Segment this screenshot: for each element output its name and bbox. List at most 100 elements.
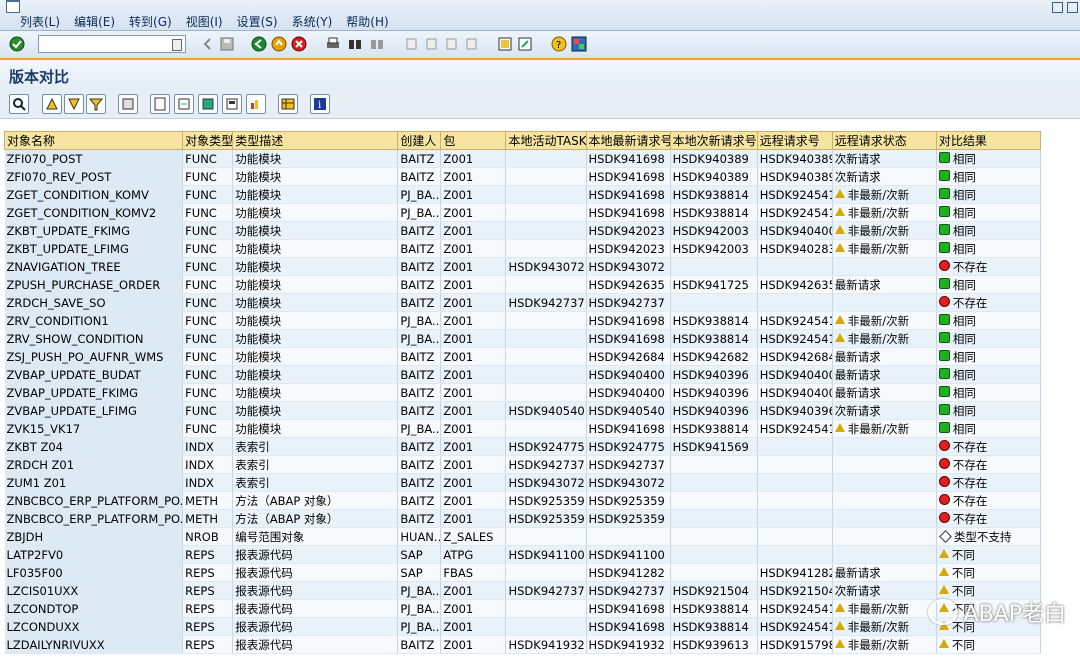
cell-rstatus[interactable]: 最新请求: [832, 347, 937, 366]
cell-remote[interactable]: HSDK940400: [757, 221, 833, 240]
shortcut-icon[interactable]: [516, 35, 534, 53]
cell-rstatus[interactable]: 非最新/次新: [832, 203, 937, 222]
cell-result[interactable]: 不同: [936, 545, 1042, 564]
cell-remote[interactable]: [757, 527, 833, 546]
cell-pkg[interactable]: Z001: [440, 221, 507, 240]
cell-name[interactable]: LZCONDTOP: [4, 599, 184, 618]
cell-desc[interactable]: 方法（ABAP 对象）: [232, 491, 399, 510]
cell-rstatus[interactable]: [832, 473, 937, 492]
cell-desc[interactable]: 功能模块: [232, 383, 399, 402]
cell-task[interactable]: [505, 275, 587, 294]
cell-second[interactable]: HSDK938814: [670, 329, 758, 348]
cell-remote[interactable]: HSDK924541: [757, 203, 833, 222]
cell-task[interactable]: [505, 365, 587, 384]
cell-desc[interactable]: 功能模块: [232, 419, 399, 438]
cancel-icon[interactable]: [290, 35, 308, 53]
cell-remote[interactable]: HSDK941282: [757, 563, 833, 582]
local-file-icon[interactable]: [222, 94, 242, 114]
cell-desc[interactable]: 功能模块: [232, 239, 399, 258]
print-preview-icon[interactable]: [150, 94, 170, 114]
cell-task[interactable]: HSDK940540: [505, 401, 587, 420]
table-row[interactable]: ZGET_CONDITION_KOMV2 FUNC 功能模块 PJ_BA... Z001…: [4, 203, 1042, 222]
table-row[interactable]: ZVBAP_UPDATE_BUDAT FUNC 功能模块 BAITZ Z001 HSDK9…: [4, 365, 1042, 384]
cell-task[interactable]: [505, 419, 587, 438]
cell-pkg[interactable]: Z001: [440, 599, 507, 618]
menu-item-6[interactable]: 帮助(H): [346, 13, 388, 30]
cell-creator[interactable]: BAITZ: [397, 149, 442, 168]
back-icon[interactable]: [250, 35, 268, 53]
cell-rstatus[interactable]: [832, 455, 937, 474]
cell-type[interactable]: REPS: [182, 617, 234, 636]
cell-remote[interactable]: HSDK940396: [757, 401, 833, 420]
cell-result[interactable]: 相同: [936, 239, 1042, 258]
cell-name[interactable]: ZNBCBCO_ERP_PLATFORM_PO...: [4, 509, 184, 528]
cell-type[interactable]: FUNC: [182, 149, 234, 168]
table-row[interactable]: ZGET_CONDITION_KOMV FUNC 功能模块 PJ_BA... Z001 H…: [4, 185, 1042, 204]
cell-name[interactable]: ZVBAP_UPDATE_FKIMG: [4, 383, 184, 402]
cell-name[interactable]: ZVK15_VK17: [4, 419, 184, 438]
cell-latest[interactable]: HSDK940540: [586, 401, 671, 420]
cell-type[interactable]: FUNC: [182, 185, 234, 204]
cell-name[interactable]: LZCIS01UXX: [4, 581, 184, 600]
cell-rstatus[interactable]: 次新请求: [832, 581, 937, 600]
information-icon[interactable]: i: [310, 94, 330, 114]
cell-remote[interactable]: HSDK924541: [757, 185, 833, 204]
cell-pkg[interactable]: Z001: [440, 473, 507, 492]
cell-pkg[interactable]: FBAS: [440, 563, 507, 582]
cell-name[interactable]: ZUM1 Z01: [4, 473, 184, 492]
cell-remote[interactable]: HSDK921504: [757, 581, 833, 600]
cell-result[interactable]: 相同: [936, 365, 1042, 384]
table-row[interactable]: LZCIS01UXX REPS 报表源代码 PJ_BA... Z001 HSDK94273…: [4, 581, 1042, 600]
cell-name[interactable]: ZGET_CONDITION_KOMV: [4, 185, 184, 204]
column-header-8[interactable]: 远程请求号: [756, 131, 833, 150]
table-row[interactable]: ZNBCBCO_ERP_PLATFORM_PO... METH 方法（ABAP 对象…: [4, 491, 1042, 510]
table-row[interactable]: ZBJDH NROB 编号范围对象 HUAN... Z_SALES 类型不支持: [4, 527, 1042, 546]
cell-creator[interactable]: BAITZ: [397, 383, 442, 402]
sort-ascending-icon[interactable]: [42, 94, 62, 114]
cell-latest[interactable]: HSDK941698: [586, 149, 671, 168]
cell-remote[interactable]: HSDK915798: [757, 635, 833, 654]
cell-task[interactable]: HSDK941932: [505, 635, 587, 654]
cell-result[interactable]: 不存在: [936, 509, 1042, 528]
details-icon[interactable]: [9, 94, 29, 114]
cell-latest[interactable]: HSDK940400: [586, 365, 671, 384]
cell-latest[interactable]: HSDK924775: [586, 437, 671, 456]
total-icon[interactable]: [118, 94, 138, 114]
cell-type[interactable]: INDX: [182, 455, 234, 474]
cell-second[interactable]: [670, 509, 758, 528]
cell-remote[interactable]: HSDK940389: [757, 167, 833, 186]
table-row[interactable]: ZPUSH_PURCHASE_ORDER FUNC 功能模块 BAITZ Z001 HSD…: [4, 275, 1042, 294]
cell-remote[interactable]: HSDK942635: [757, 275, 833, 294]
cell-second[interactable]: HSDK938814: [670, 617, 758, 636]
cell-second[interactable]: HSDK942682: [670, 347, 758, 366]
cell-result[interactable]: 不存在: [936, 293, 1042, 312]
cell-name[interactable]: ZKBT_UPDATE_FKIMG: [4, 221, 184, 240]
cell-creator[interactable]: SAP: [397, 545, 442, 564]
cell-latest[interactable]: HSDK925359: [586, 509, 671, 528]
cell-desc[interactable]: 报表源代码: [232, 563, 399, 582]
cell-desc[interactable]: 报表源代码: [232, 581, 399, 600]
cell-creator[interactable]: PJ_BA...: [397, 419, 442, 438]
cell-second[interactable]: HSDK938814: [670, 311, 758, 330]
cell-creator[interactable]: BAITZ: [397, 257, 442, 276]
new-session-icon[interactable]: [496, 35, 514, 53]
cell-pkg[interactable]: Z001: [440, 167, 507, 186]
cell-type[interactable]: FUNC: [182, 257, 234, 276]
cell-pkg[interactable]: Z001: [440, 329, 507, 348]
graphic-icon[interactable]: [246, 94, 266, 114]
cell-latest[interactable]: HSDK943072: [586, 257, 671, 276]
cell-creator[interactable]: BAITZ: [397, 275, 442, 294]
cell-type[interactable]: FUNC: [182, 167, 234, 186]
cell-creator[interactable]: PJ_BA...: [397, 617, 442, 636]
cell-task[interactable]: [505, 563, 587, 582]
cell-creator[interactable]: BAITZ: [397, 347, 442, 366]
table-row[interactable]: ZRV_SHOW_CONDITION FUNC 功能模块 PJ_BA... Z001 HS…: [4, 329, 1042, 348]
cell-remote[interactable]: HSDK940389: [757, 149, 833, 168]
cell-latest[interactable]: HSDK941282: [586, 563, 671, 582]
cell-creator[interactable]: PJ_BA...: [397, 311, 442, 330]
next-page-icon[interactable]: [442, 35, 460, 53]
table-row[interactable]: LATP2FV0 REPS 报表源代码 SAP ATPG HSDK941100 HSDK94…: [4, 545, 1042, 564]
cell-type[interactable]: REPS: [182, 545, 234, 564]
column-header-1[interactable]: 对象类型: [182, 131, 234, 150]
exit-icon[interactable]: [270, 35, 288, 53]
